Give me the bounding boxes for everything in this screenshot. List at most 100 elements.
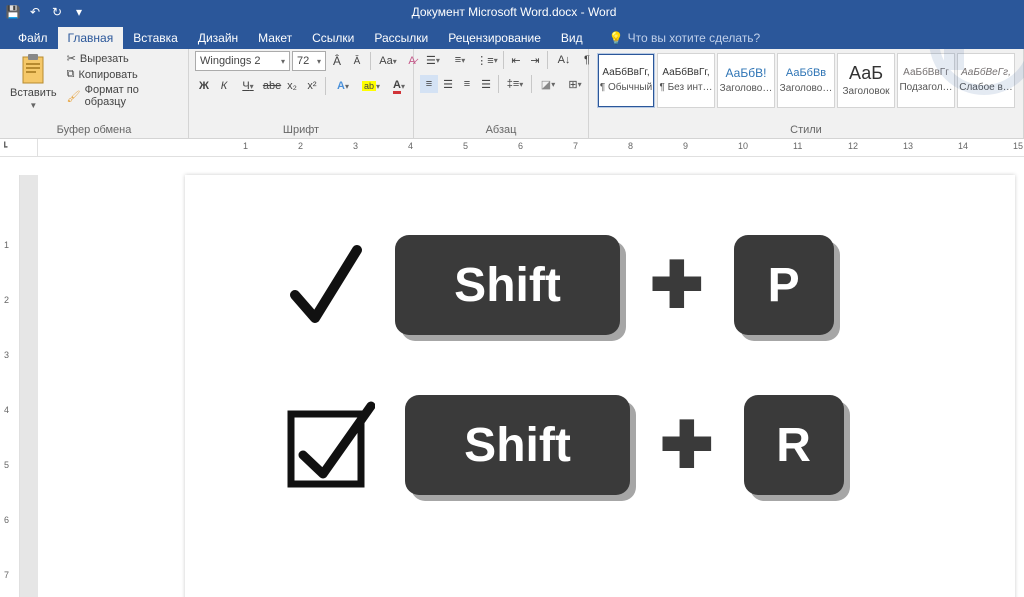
workspace: 1234567 Shift ✚ P Shift ✚ R — [0, 157, 1024, 597]
ruler-tick: 6 — [518, 141, 523, 151]
ruler-tick: 13 — [903, 141, 913, 151]
cut-label: Вырезать — [80, 53, 129, 65]
increase-indent-button[interactable]: ⇥ — [526, 51, 544, 69]
underline-button[interactable]: Ч▾ — [235, 77, 261, 95]
format-painter-button[interactable]: 🖌Формат по образцу — [65, 83, 182, 109]
font-size-value: 72 — [297, 55, 309, 67]
tab-home[interactable]: Главная — [58, 27, 124, 49]
tab-design[interactable]: Дизайн — [188, 27, 248, 49]
font-name-combo[interactable]: Wingdings 2▾ — [195, 51, 290, 71]
style-item[interactable]: АаБ Заголовок — [837, 53, 895, 108]
ruler-tick: 15 — [1013, 141, 1023, 151]
tab-layout[interactable]: Макет — [248, 27, 302, 49]
subscript-button[interactable]: x₂ — [283, 77, 301, 95]
font-size-combo[interactable]: 72 ▾ — [292, 51, 326, 71]
bold-button[interactable]: Ж — [195, 77, 213, 95]
tab-file[interactable]: Файл — [8, 27, 58, 49]
superscript-button[interactable]: x² — [303, 77, 321, 95]
scissors-icon: ✂ — [67, 52, 76, 65]
ruler-tick: 4 — [408, 141, 413, 151]
sort-button[interactable]: A↓ — [551, 51, 577, 69]
align-right-button[interactable]: ≡ — [458, 75, 476, 93]
copy-button[interactable]: ⧉Копировать — [65, 67, 182, 82]
format-painter-label: Формат по образцу — [85, 84, 180, 108]
tab-mailings[interactable]: Рассылки — [364, 27, 438, 49]
ruler-corner: ┗ — [0, 139, 38, 156]
shrink-font-button[interactable]: Ǎ — [348, 52, 366, 70]
tab-references[interactable]: Ссылки — [302, 27, 364, 49]
paste-button[interactable]: Вставить ▼ — [6, 51, 61, 112]
style-item[interactable]: АаБбВвГг,¶ Обычный — [597, 53, 655, 108]
strikethrough-button[interactable]: abe — [263, 77, 281, 95]
change-case-label: Aa — [379, 55, 392, 67]
group-font: Wingdings 2▾ 72▾ Â Ǎ Aa▾ A̷ Ж К Ч▾ abe… — [189, 49, 414, 138]
shift-key-label: Shift — [464, 418, 571, 473]
italic-button[interactable]: К — [215, 77, 233, 95]
style-preview: АаБбВеГг, — [961, 68, 1011, 78]
style-item[interactable]: АаБбВ!Заголово… — [717, 53, 775, 108]
ruler-tick: 12 — [848, 141, 858, 151]
lightbulb-icon: 💡 — [609, 31, 624, 45]
ruler-tick: 9 — [683, 141, 688, 151]
ruler-tick: 2 — [4, 295, 9, 305]
tab-view[interactable]: Вид — [551, 27, 593, 49]
horizontal-ruler[interactable]: ┗ 123456789101112131415 — [0, 139, 1024, 157]
qat-customize-icon[interactable]: ▾ — [70, 3, 88, 21]
style-item[interactable]: АаБбВвЗаголово… — [777, 53, 835, 108]
ruler-tick: 5 — [463, 141, 468, 151]
style-name: Заголово… — [780, 83, 833, 94]
font-name-value: Wingdings 2 — [200, 55, 261, 67]
group-styles-label: Стили — [595, 122, 1017, 138]
title-bar: 💾 ↶ ↻ ▾ Документ Microsoft Word.docx - W… — [0, 0, 1024, 24]
document-content: Shift ✚ P Shift ✚ R — [285, 235, 844, 555]
shading-button[interactable]: ◪▾ — [535, 75, 561, 93]
tell-me-search[interactable]: 💡 Что вы хотите сделать? — [603, 27, 767, 49]
style-preview: АаБбВ! — [726, 67, 767, 79]
group-font-label: Шрифт — [195, 122, 407, 138]
font-color-button[interactable]: A▾ — [386, 77, 412, 95]
style-name: Слабое в… — [959, 82, 1013, 93]
tab-review[interactable]: Рецензирование — [438, 27, 551, 49]
highlight-button[interactable]: ab▾ — [358, 77, 384, 95]
ruler-tick: 7 — [573, 141, 578, 151]
chevron-down-icon: ▾ — [317, 57, 321, 66]
chevron-down-icon: ▼ — [29, 101, 37, 110]
window-title: Документ Microsoft Word.docx - Word — [88, 5, 940, 19]
undo-icon[interactable]: ↶ — [26, 3, 44, 21]
text-effects-button[interactable]: A▾ — [330, 77, 356, 95]
justify-button[interactable]: ☰ — [477, 75, 495, 93]
bullets-button[interactable]: ☰▾ — [420, 51, 446, 69]
styles-gallery[interactable]: АаБбВвГг,¶ ОбычныйАаБбВвГг,¶ Без инт…АаБ… — [595, 51, 1017, 110]
shortcut-row-2: Shift ✚ R — [285, 395, 844, 495]
copy-icon: ⧉ — [67, 68, 75, 81]
style-item[interactable]: АаБбВвГг,¶ Без инт… — [657, 53, 715, 108]
style-preview: АаБ — [849, 64, 883, 82]
borders-button[interactable]: ⊞▾ — [562, 75, 588, 93]
document-page[interactable]: Shift ✚ P Shift ✚ R — [185, 175, 1015, 597]
ruler-tick: 3 — [353, 141, 358, 151]
checkmark-icon — [285, 240, 365, 330]
tab-insert[interactable]: Вставка — [123, 27, 188, 49]
redo-icon[interactable]: ↻ — [48, 3, 66, 21]
style-item[interactable]: АаБбВеГг, Слабое в… — [957, 53, 1015, 108]
page-gutter — [20, 175, 38, 597]
style-name: Заголовок — [842, 86, 889, 97]
group-clipboard-label: Буфер обмена — [6, 122, 182, 138]
align-left-button[interactable]: ≡ — [420, 75, 438, 93]
vertical-ruler[interactable]: 1234567 — [0, 175, 20, 597]
group-clipboard: Вставить ▼ ✂ Вырезать ⧉Копировать 🖌Формат… — [0, 49, 189, 138]
decrease-indent-button[interactable]: ⇤ — [507, 51, 525, 69]
paste-label: Вставить — [10, 87, 57, 99]
style-name: ¶ Без инт… — [659, 82, 712, 93]
style-item[interactable]: АаБбВвГгПодзагол… — [897, 53, 955, 108]
ruler-tick: 7 — [4, 570, 9, 580]
grow-font-button[interactable]: Â — [328, 52, 346, 70]
line-spacing-button[interactable]: ‡≡▾ — [502, 75, 528, 93]
align-center-button[interactable]: ☰ — [439, 75, 457, 93]
tell-me-placeholder: Что вы хотите сделать? — [628, 31, 761, 45]
multilevel-list-button[interactable]: ⋮≡▾ — [474, 51, 500, 69]
numbering-button[interactable]: ≡▾ — [447, 51, 473, 69]
save-icon[interactable]: 💾 — [4, 3, 22, 21]
cut-button[interactable]: ✂ Вырезать — [65, 51, 182, 66]
change-case-button[interactable]: Aa▾ — [375, 52, 401, 70]
